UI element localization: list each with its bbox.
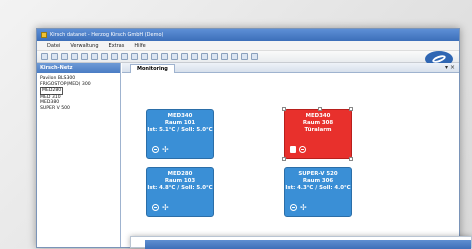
toolbar-chart-icon[interactable] [141,53,148,60]
toolbar-import-icon[interactable] [181,53,188,60]
selection-handle[interactable] [282,107,286,111]
device-name: MED280 [167,171,193,177]
status-icon [290,204,297,211]
toolbar-zoom-icon[interactable] [81,53,88,60]
toolbar-paste-icon[interactable] [121,53,128,60]
device-card[interactable]: MED340 Raum 101 Ist: 5.1°C / Soll: 5.0°C… [146,109,214,159]
close-icon[interactable]: ▾ × [445,64,455,71]
toolbar-print-icon[interactable] [101,53,108,60]
menu-file[interactable]: Datei [47,43,60,49]
toolbar-refresh-icon[interactable] [91,53,98,60]
selection-handle[interactable] [318,107,322,111]
toolbar-export-icon[interactable] [171,53,178,60]
device-room: Raum 306 [302,178,334,184]
device-temps: Ist: 4.8°C / Soll: 5.0°C [147,185,213,191]
tree-item-selected[interactable]: MED280 [40,87,117,95]
menu-help[interactable]: Hilfe [134,43,145,49]
device-temps: Ist: 4.3°C / Soll: 4.0°C [285,185,351,191]
tab-bar: Monitoring ▾ × [122,63,459,73]
device-status: Türalarm [304,127,332,133]
status-icon [299,146,306,153]
selection-handle[interactable] [349,157,353,161]
toolbar-back-icon[interactable] [221,53,228,60]
device-card[interactable]: MED280 Raum 103 Ist: 4.8°C / Soll: 5.0°C… [146,167,214,217]
selection-handle[interactable] [282,157,286,161]
overlapping-window[interactable] [130,236,472,249]
device-tree: Pavilon BLS300 FRIGOSTOP(MED) 300 MED280… [37,73,120,114]
toolbar-log-icon[interactable] [211,53,218,60]
toolbar-forward-icon[interactable] [231,53,238,60]
device-name: MED340 [167,113,193,119]
menu-extras[interactable]: Extras [109,43,125,49]
tab-monitoring[interactable]: Monitoring [130,64,175,73]
window-title: Kirsch datanet - Herzog Kirsch GmbH (Dem… [50,32,164,38]
device-card[interactable]: SUPER-V 520 Raum 306 Ist: 4.3°C / Soll: … [284,167,352,217]
toolbar-settings-icon[interactable] [131,53,138,60]
toolbar-user-icon[interactable] [191,53,198,60]
app-window: Kirsch datanet - Herzog Kirsch GmbH (Dem… [36,28,460,248]
door-icon [290,146,296,153]
menu-administration[interactable]: Verwaltung [70,43,98,49]
sidebar: Kirsch-Netz Pavilon BLS300 FRIGOSTOP(MED… [37,63,121,247]
monitoring-panel: Monitoring ▾ × MED340 Raum 101 Ist: 5.1°… [122,63,459,247]
toolbar-stop-icon[interactable] [251,53,258,60]
selection-handle[interactable] [349,107,353,111]
toolbar-grid-icon[interactable] [161,53,168,60]
app-icon [41,32,47,38]
device-temps: Ist: 5.1°C / Soll: 5.0°C [147,127,213,133]
toolbar-list-icon[interactable] [151,53,158,60]
toolbar-play-icon[interactable] [241,53,248,60]
device-card-alarm[interactable]: MED340 Raum 308 Türalarm [284,109,352,159]
fan-icon: ✢ [300,203,307,212]
toolbar-copy-icon[interactable] [111,53,118,60]
device-name: MED340 [305,113,331,119]
fan-icon: ✢ [162,145,169,154]
toolbar-search-icon[interactable] [71,53,78,60]
toolbar-new-icon[interactable] [41,53,48,60]
device-room: Raum 308 [302,120,334,126]
fan-icon: ✢ [162,203,169,212]
tree-item[interactable]: SUPER V 500 [40,106,117,112]
toolbar-alarm-icon[interactable] [201,53,208,60]
status-icon [152,146,159,153]
tree-item-label: MED280 [40,87,64,95]
toolbar [37,51,459,63]
device-room: Raum 101 [164,120,196,126]
menu-bar: Datei Verwaltung Extras Hilfe [37,41,459,51]
toolbar-save-icon[interactable] [61,53,68,60]
sidebar-title: Kirsch-Netz [37,63,120,73]
status-icon [152,204,159,211]
device-name: SUPER-V 520 [298,171,338,177]
toolbar-open-icon[interactable] [51,53,58,60]
device-room: Raum 103 [164,178,196,184]
title-bar[interactable]: Kirsch datanet - Herzog Kirsch GmbH (Dem… [37,29,459,41]
